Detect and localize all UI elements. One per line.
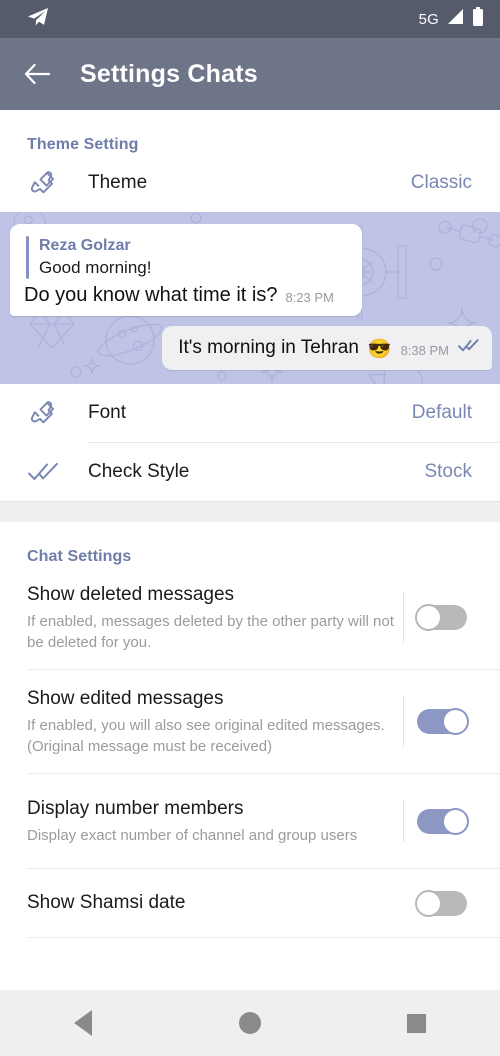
arrow-left-icon[interactable] <box>22 59 52 89</box>
nav-home-icon[interactable] <box>220 1003 280 1043</box>
outgoing-message-time: 8:38 PM <box>400 343 449 358</box>
switch-row-show-shamsi-date[interactable]: Show Shamsi date <box>0 869 500 937</box>
switch-subtitle: If enabled, messages deleted by the othe… <box>27 613 394 651</box>
status-indicators: 5G <box>418 6 484 32</box>
chat-preview: Reza Golzar Good morning! Do you know wh… <box>0 212 500 384</box>
page-title: Settings Chats <box>80 59 258 88</box>
nav-recents-icon[interactable] <box>387 1003 447 1043</box>
reply-message-text: Good morning! <box>39 258 152 277</box>
status-bar: 5G <box>0 0 500 38</box>
pref-row-check-style[interactable]: Check Style Stock <box>0 443 500 501</box>
telegram-send-icon <box>26 5 50 34</box>
toggle-show-edited-messages[interactable] <box>404 708 480 735</box>
toggle-display-number-members[interactable] <box>404 807 480 835</box>
double-check-icon <box>458 339 480 361</box>
section-gap <box>0 501 500 522</box>
pref-label-check-style: Check Style <box>88 461 190 482</box>
toggle-show-deleted-messages[interactable] <box>404 604 480 631</box>
pref-label-font: Font <box>88 402 127 423</box>
switch-row-show-edited-messages[interactable]: Show edited messages If enabled, you wil… <box>0 670 500 773</box>
incoming-message-bubble: Reza Golzar Good morning! Do you know wh… <box>10 224 362 316</box>
pref-row-theme[interactable]: Theme Classic <box>0 154 500 212</box>
switch-title: Display number members <box>27 798 244 819</box>
sunglasses-emoji: 😎 <box>367 339 392 360</box>
pref-row-font[interactable]: Font Default <box>0 384 500 442</box>
outgoing-message-bubble: It's morning in Tehran 😎 8:38 PM <box>162 326 492 370</box>
reply-accent-bar <box>26 236 29 279</box>
phone-screen: 5G Settings Chats Theme Setting Theme Cl… <box>0 0 500 1056</box>
nav-back-icon[interactable] <box>53 1003 113 1043</box>
switch-row-show-deleted-messages[interactable]: Show deleted messages If enabled, messag… <box>0 566 500 669</box>
chat-settings-header: Chat Settings <box>27 548 132 565</box>
reply-author-name: Reza Golzar <box>39 237 131 254</box>
divider <box>27 937 500 938</box>
switch-title: Show edited messages <box>27 688 224 709</box>
signal-bars-icon <box>446 8 465 30</box>
theme-section-header: Theme Setting <box>27 136 139 153</box>
paint-brush-icon <box>27 167 88 199</box>
paint-brush-icon <box>27 397 88 429</box>
system-navigation-bar <box>0 990 500 1056</box>
toggle-show-shamsi-date[interactable] <box>404 889 480 917</box>
double-check-icon <box>27 462 88 482</box>
switch-title: Show Shamsi date <box>27 892 186 913</box>
battery-full-icon <box>472 6 484 32</box>
outgoing-message-text: It's morning in Tehran <box>178 337 359 358</box>
pref-value-font: Default <box>411 402 472 423</box>
app-bar: Settings Chats <box>0 38 500 110</box>
switch-subtitle: Display exact number of channel and grou… <box>27 827 358 844</box>
pref-value-theme: Classic <box>410 172 472 193</box>
pref-value-check-style: Stock <box>424 461 472 482</box>
network-type-label: 5G <box>418 10 439 28</box>
chat-bubbles: Reza Golzar Good morning! Do you know wh… <box>0 212 500 384</box>
switch-row-display-number-members[interactable]: Display number members Display exact num… <box>0 774 500 868</box>
pref-label-theme: Theme <box>88 172 148 193</box>
switch-title: Show deleted messages <box>27 584 235 605</box>
incoming-message-time: 8:23 PM <box>285 290 334 305</box>
incoming-message-text: Do you know what time it is? <box>24 284 278 306</box>
switch-subtitle: If enabled, you will also see original e… <box>27 717 385 755</box>
reply-quote: Reza Golzar Good morning! <box>24 236 348 279</box>
